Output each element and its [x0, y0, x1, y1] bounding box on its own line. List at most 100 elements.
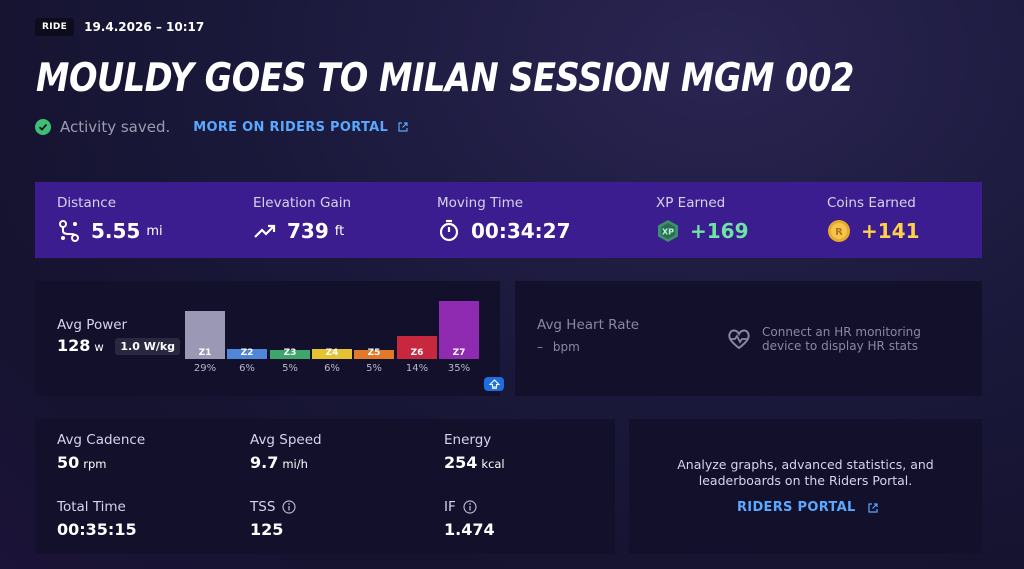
elevation-unit: ft [334, 223, 345, 239]
power-zone-label: Z3 [283, 348, 297, 358]
power-zone-bar-z2: Z2 [227, 348, 267, 359]
power-zone-label: Z5 [367, 348, 381, 358]
portal-description-line-1: Analyze graphs, advanced statistics, and [677, 457, 934, 472]
hr-message-line-1: Connect an HR monitoring [762, 325, 921, 339]
stopwatch-icon [439, 219, 459, 242]
activity-type-badge: RIDE [35, 18, 75, 36]
avg-speed-value: 9.7 [250, 453, 279, 472]
power-zone-label: Z2 [240, 348, 254, 358]
power-zone-percent: 5% [366, 363, 382, 374]
hr-value: – [537, 340, 543, 354]
summary-stats-bar: Distance 5.55 mi Elevation Gain 739 ft M… [35, 182, 982, 258]
distance-value: 5.55 [91, 219, 141, 243]
power-zone-percent: 29% [193, 363, 217, 374]
moving-time-stat: Moving Time 00:34:27 [437, 195, 571, 243]
route-icon [59, 220, 79, 242]
heart-pulse-icon [728, 329, 750, 350]
power-zone-bar-z5: Z5 [354, 348, 394, 359]
power-zone-bar-z1: Z1 [185, 311, 225, 359]
if-value: 1.474 [444, 520, 495, 539]
avg-cadence-value: 50 [57, 453, 80, 472]
power-zone-bar-z3: Z3 [270, 348, 310, 359]
avg-speed-unit: mi/h [282, 457, 308, 471]
svg-text:R: R [835, 227, 843, 238]
tss-label: TSS [250, 499, 276, 515]
energy-unit: kcal [481, 457, 505, 471]
elevation-value: 739 [287, 219, 329, 243]
hr-unit: bpm [552, 340, 580, 354]
total-time-metric: Total Time 00:35:15 [57, 499, 137, 539]
power-zone-label: Z4 [325, 348, 339, 358]
xp-stat: XP Earned XP +169 [656, 195, 749, 243]
save-status-row: Activity saved. MORE ON RIDERS PORTAL [35, 118, 408, 136]
avg-heart-rate-label: Avg Heart Rate [537, 317, 640, 333]
portal-description: Analyze graphs, advanced statistics, and… [629, 457, 982, 489]
xp-label: XP Earned [656, 195, 726, 211]
moving-time-label: Moving Time [437, 195, 524, 211]
hr-connect-message: Connect an HR monitoring device to displ… [762, 325, 921, 353]
riders-portal-link[interactable]: MORE ON RIDERS PORTAL [193, 120, 408, 135]
saved-status-text: Activity saved. [60, 118, 171, 136]
coin-icon: R [828, 220, 850, 242]
expand-zones-button[interactable] [484, 377, 504, 391]
external-link-icon [867, 502, 878, 513]
total-time-value: 00:35:15 [57, 520, 137, 539]
avg-power-label: Avg Power [57, 317, 128, 333]
riders-portal-panel: Analyze graphs, advanced statistics, and… [629, 419, 982, 554]
distance-stat: Distance 5.55 mi [57, 195, 163, 243]
power-zone-label: Z6 [410, 348, 424, 358]
elevation-stat: Elevation Gain 739 ft [253, 195, 351, 243]
distance-unit: mi [146, 223, 163, 239]
energy-label: Energy [444, 432, 492, 448]
riders-portal-button-label: RIDERS PORTAL [737, 500, 856, 515]
energy-value: 254 [444, 453, 478, 472]
total-time-label: Total Time [57, 499, 126, 515]
avg-power-unit: w [94, 340, 104, 354]
avg-cadence-unit: rpm [83, 457, 107, 471]
elevation-label: Elevation Gain [253, 195, 352, 211]
power-zone-percent: 6% [239, 363, 255, 374]
trend-up-icon [254, 224, 276, 238]
power-zone-percent: 14% [405, 363, 429, 374]
power-zone-bar-z4: Z4 [312, 348, 352, 359]
xp-icon: XP [658, 220, 678, 242]
coins-label: Coins Earned [827, 195, 916, 211]
avg-speed-label: Avg Speed [250, 432, 322, 448]
hr-message-line-2: device to display HR stats [762, 339, 918, 353]
portal-description-line-2: leaderboards on the Riders Portal. [698, 473, 913, 488]
power-zone-percent: 35% [447, 363, 471, 374]
ride-metrics-panel: Avg Cadence 50 rpm Avg Speed 9.7 mi/h Ener… [35, 419, 615, 554]
info-icon[interactable] [463, 500, 477, 514]
power-zone-bar-z7: Z7 [439, 301, 479, 359]
moving-time-value: 00:34:27 [471, 219, 571, 243]
power-zone-bar-z6: Z6 [397, 336, 437, 359]
power-zone-percent: 5% [282, 363, 298, 374]
power-zone-label: Z1 [198, 348, 212, 358]
activity-title: MOULDY GOES TO MILAN SESSION MGM 002 [36, 56, 854, 101]
xp-value: +169 [690, 219, 749, 243]
external-link-icon [398, 122, 408, 132]
avg-cadence-label: Avg Cadence [57, 432, 146, 448]
avg-power-value: 128 [57, 336, 91, 355]
riders-portal-button[interactable]: RIDERS PORTAL [737, 500, 878, 515]
tss-value: 125 [250, 520, 284, 539]
riders-portal-link-label: MORE ON RIDERS PORTAL [193, 119, 389, 135]
activity-datetime: 19.4.2026 – 10:17 [84, 20, 205, 34]
avg-speed-metric: Avg Speed 9.7 mi/h [250, 432, 322, 472]
avg-heart-rate-value: – bpm [537, 340, 580, 354]
power-panel: Avg Power 128 w 1.0 W/kg Z1 29% Z2 6% Z3 5% Z4 6… [35, 281, 504, 396]
if-metric: IF 1.474 [444, 499, 495, 539]
coins-stat: Coins Earned R +141 [827, 195, 920, 243]
activity-header: RIDE 19.4.2026 – 10:17 [35, 18, 204, 36]
avg-cadence-metric: Avg Cadence 50 rpm [57, 432, 145, 472]
power-zone-percent: 6% [324, 363, 340, 374]
if-label: IF [444, 499, 456, 515]
upgrade-arrow-icon [488, 379, 500, 389]
power-zone-label: Z7 [452, 348, 466, 358]
energy-metric: Energy 254 kcal [444, 432, 505, 472]
coins-value: +141 [861, 219, 920, 243]
avg-power-block: Avg Power 128 w 1.0 W/kg [57, 317, 181, 355]
wkg-badge: 1.0 W/kg [115, 338, 181, 355]
heart-rate-panel: Avg Heart Rate – bpm Connect an HR monit… [515, 281, 982, 396]
info-icon[interactable] [282, 500, 296, 514]
